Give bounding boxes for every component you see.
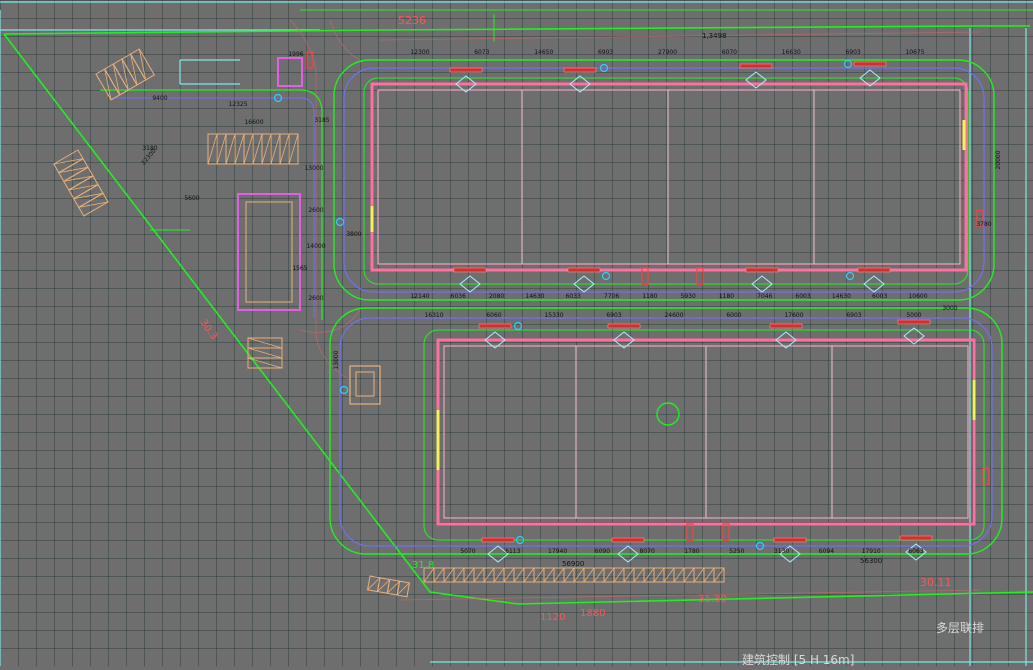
dimension-label: 17600 [784,312,803,319]
dimension-label: 6113 [505,548,520,555]
dimension-label: 17910 [862,548,881,555]
dimension-label: 6903 [606,312,621,319]
dimension-label: 5250 [729,548,744,555]
dimension-label: 6090 [595,548,610,555]
vertical-dimension-label: 3000 [942,305,957,312]
west-dimension-label: 1565 [292,265,307,272]
dimension-label: 6070 [722,49,737,56]
bottom-code-c: 1120 [540,612,565,623]
bottom-code-b: 30.11 [920,576,952,589]
west-dimension-label: 12325 [228,101,247,108]
west-dimension-label: 9400 [152,95,167,102]
dimension-label: 6003 [795,293,810,300]
west-dimension-label: 2600 [308,207,323,214]
west-dimension-label: 5600 [184,195,199,202]
dimension-label: 10600 [908,293,927,300]
dimension-label: 16630 [782,49,801,56]
bottom-control-text: 建筑控制 [5 H 16m] [742,652,854,666]
bottom-code-d: 1880 [580,608,605,619]
south-total-label: 56900 [562,560,584,568]
dimension-label: 2080 [489,293,504,300]
top-total-label: 1,3498 [702,32,727,40]
vertical-dimension-label: 20000 [995,150,1002,169]
site-plan-drawing[interactable]: 12300 6073 14650 6903 27900 6070 16630 6903 1067… [0,0,1033,667]
dimension-label: 6000 [726,312,741,319]
dimension-label: 24600 [664,312,683,319]
dimension-label: 10675 [905,49,924,56]
dimension-label: 7706 [604,293,619,300]
dimension-label: 3130 [774,548,789,555]
south-total-label-right: 56300 [860,557,882,565]
bottom-code-e: 31.30 [698,594,727,605]
dimension-label: 6903 [846,312,861,319]
dimension-label: 12300 [410,49,429,56]
road-top-label: 5236 [398,14,426,27]
dimension-label: 27900 [658,49,677,56]
vertical-dimension-label: 3780 [976,221,991,228]
west-dimension-label: 14000 [306,243,325,250]
dimension-label: 8070 [640,548,655,555]
dimension-label: 1180 [642,293,657,300]
dimension-label: 5930 [681,293,696,300]
dimension-label: 1180 [719,293,734,300]
dimension-label: 14630 [832,293,851,300]
cad-site-plan-viewport[interactable]: 12300 6073 14650 6903 27900 6070 16630 6903 1067… [0,0,1033,667]
dimension-label: 6060 [486,312,501,319]
west-dimension-label: 1996 [288,51,303,58]
dimension-label: 1780 [684,548,699,555]
dimension-label: 14630 [525,293,544,300]
west-dimension-label: 3185 [314,117,329,124]
dimension-label: 6033 [566,293,581,300]
dimension-label: 6903 [845,49,860,56]
dimension-label: 5000 [906,312,921,319]
dimension-label: 14650 [534,49,553,56]
dimension-label: 6063 [908,548,923,555]
dimension-label: 6073 [474,49,489,56]
dimension-label: 12140 [410,293,429,300]
west-dimension-label: 13000 [304,165,323,172]
west-dimension-label: 2600 [308,295,323,302]
dimension-label: 6903 [598,49,613,56]
west-dimension-label: 16600 [244,119,263,126]
dimension-label: 5070 [460,548,475,555]
dimension-label: 7046 [757,293,772,300]
dimension-label: 17940 [548,548,567,555]
west-dimension-label: 3800 [346,231,361,238]
vertical-dimension-label: 13000 [333,350,340,369]
dimension-label: 6003 [872,293,887,300]
dimension-label: 6036 [451,293,466,300]
bottom-code-a: 31.8 [412,560,434,571]
dimension-label: 15330 [544,312,563,319]
dimension-label: 6094 [819,548,834,555]
bottom-note-label: 多层联排 [936,621,984,635]
dimension-label: 16310 [424,312,443,319]
